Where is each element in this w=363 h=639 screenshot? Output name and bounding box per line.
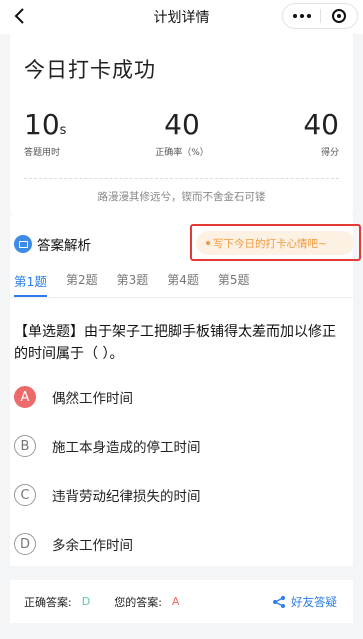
more-dot: [306, 14, 311, 18]
book-icon: [14, 235, 32, 253]
option-b[interactable]: B 施工本身造成的停工时间: [14, 432, 201, 460]
result-card: 今日打卡成功 10s 答题用时 40 正确率（%） 40 得分 路漫漫其修远兮，…: [10, 34, 353, 216]
question-tabs: 第1题 第2题 第3题 第4题 第5题: [14, 271, 269, 297]
correct-answer-value: D: [81, 595, 91, 608]
write-mood-button[interactable]: 写下今日的打卡心情吧~: [196, 231, 354, 255]
option-letter: C: [14, 484, 36, 506]
tab-question-2[interactable]: 第2题: [66, 271, 98, 295]
nav-bar: 计划详情: [0, 0, 363, 34]
write-mood-label: 写下今日的打卡心情吧~: [213, 237, 327, 250]
more-dots-icon: [292, 14, 297, 18]
more-button[interactable]: [283, 4, 320, 28]
correct-answer-label: 正确答案:: [24, 595, 72, 609]
dot-icon: [206, 241, 210, 245]
accuracy-value: 40: [164, 108, 200, 141]
tabs-divider: [10, 297, 353, 298]
mini-program-capsule: [282, 3, 358, 29]
section-header: 答案解析: [14, 234, 91, 254]
time-value: 10: [24, 108, 60, 141]
target-icon: [331, 9, 346, 23]
time-label: 答题用时: [24, 148, 61, 158]
option-text: 施工本身造成的停工时间: [52, 440, 201, 456]
option-d[interactable]: D 多余工作时间: [14, 530, 133, 558]
mood-highlight-box: 写下今日的打卡心情吧~: [190, 224, 361, 261]
score-value: 40: [303, 108, 339, 141]
question-text: 【单选题】由于架子工把脚手板铺得太差而加以修正的时间属于（ ）。: [14, 324, 336, 362]
time-unit: s: [59, 123, 67, 138]
accuracy-stat: 40 正确率（%）: [152, 108, 212, 158]
dashed-divider: [24, 178, 339, 179]
answer-card: 答案解析 写下今日的打卡心情吧~ 第1题 第2题 第3题 第4题 第5题 【单选…: [10, 216, 361, 566]
accuracy-label: 正确率（%）: [155, 148, 209, 158]
option-letter: A: [14, 386, 36, 408]
option-text: 多余工作时间: [52, 538, 133, 554]
option-a[interactable]: A 偶然工作时间: [14, 383, 133, 411]
option-text: 偶然工作时间: [52, 391, 133, 407]
tab-question-5[interactable]: 第5题: [218, 271, 250, 295]
share-icon: [273, 595, 285, 608]
tab-question-4[interactable]: 第4题: [167, 271, 199, 295]
more-dot: [299, 14, 304, 18]
tab-question-3[interactable]: 第3题: [117, 271, 149, 295]
motto-text: 路漫漫其修远兮，锲而不舍金石可镂: [97, 191, 266, 203]
tab-question-1[interactable]: 第1题: [14, 271, 47, 297]
ask-friends-label: 好友答疑: [291, 594, 337, 609]
score-label: 得分: [320, 148, 339, 158]
option-c[interactable]: C 违背劳动纪律损失的时间: [14, 481, 201, 509]
ask-friends-button[interactable]: 好友答疑: [272, 594, 337, 610]
option-letter: D: [14, 533, 36, 555]
option-text: 违背劳动纪律损失的时间: [52, 489, 201, 505]
result-title: 今日打卡成功: [24, 58, 156, 82]
answer-summary-bar: 正确答案: D 您的答案: A 好友答疑: [10, 580, 353, 623]
option-letter: B: [14, 435, 36, 457]
my-answer-label: 您的答案:: [114, 595, 162, 609]
score-stat: 40 得分: [289, 108, 339, 158]
time-stat: 10s 答题用时: [24, 108, 66, 158]
close-button[interactable]: [321, 4, 357, 28]
my-answer-value: A: [171, 595, 180, 608]
section-title: 答案解析: [37, 238, 91, 254]
